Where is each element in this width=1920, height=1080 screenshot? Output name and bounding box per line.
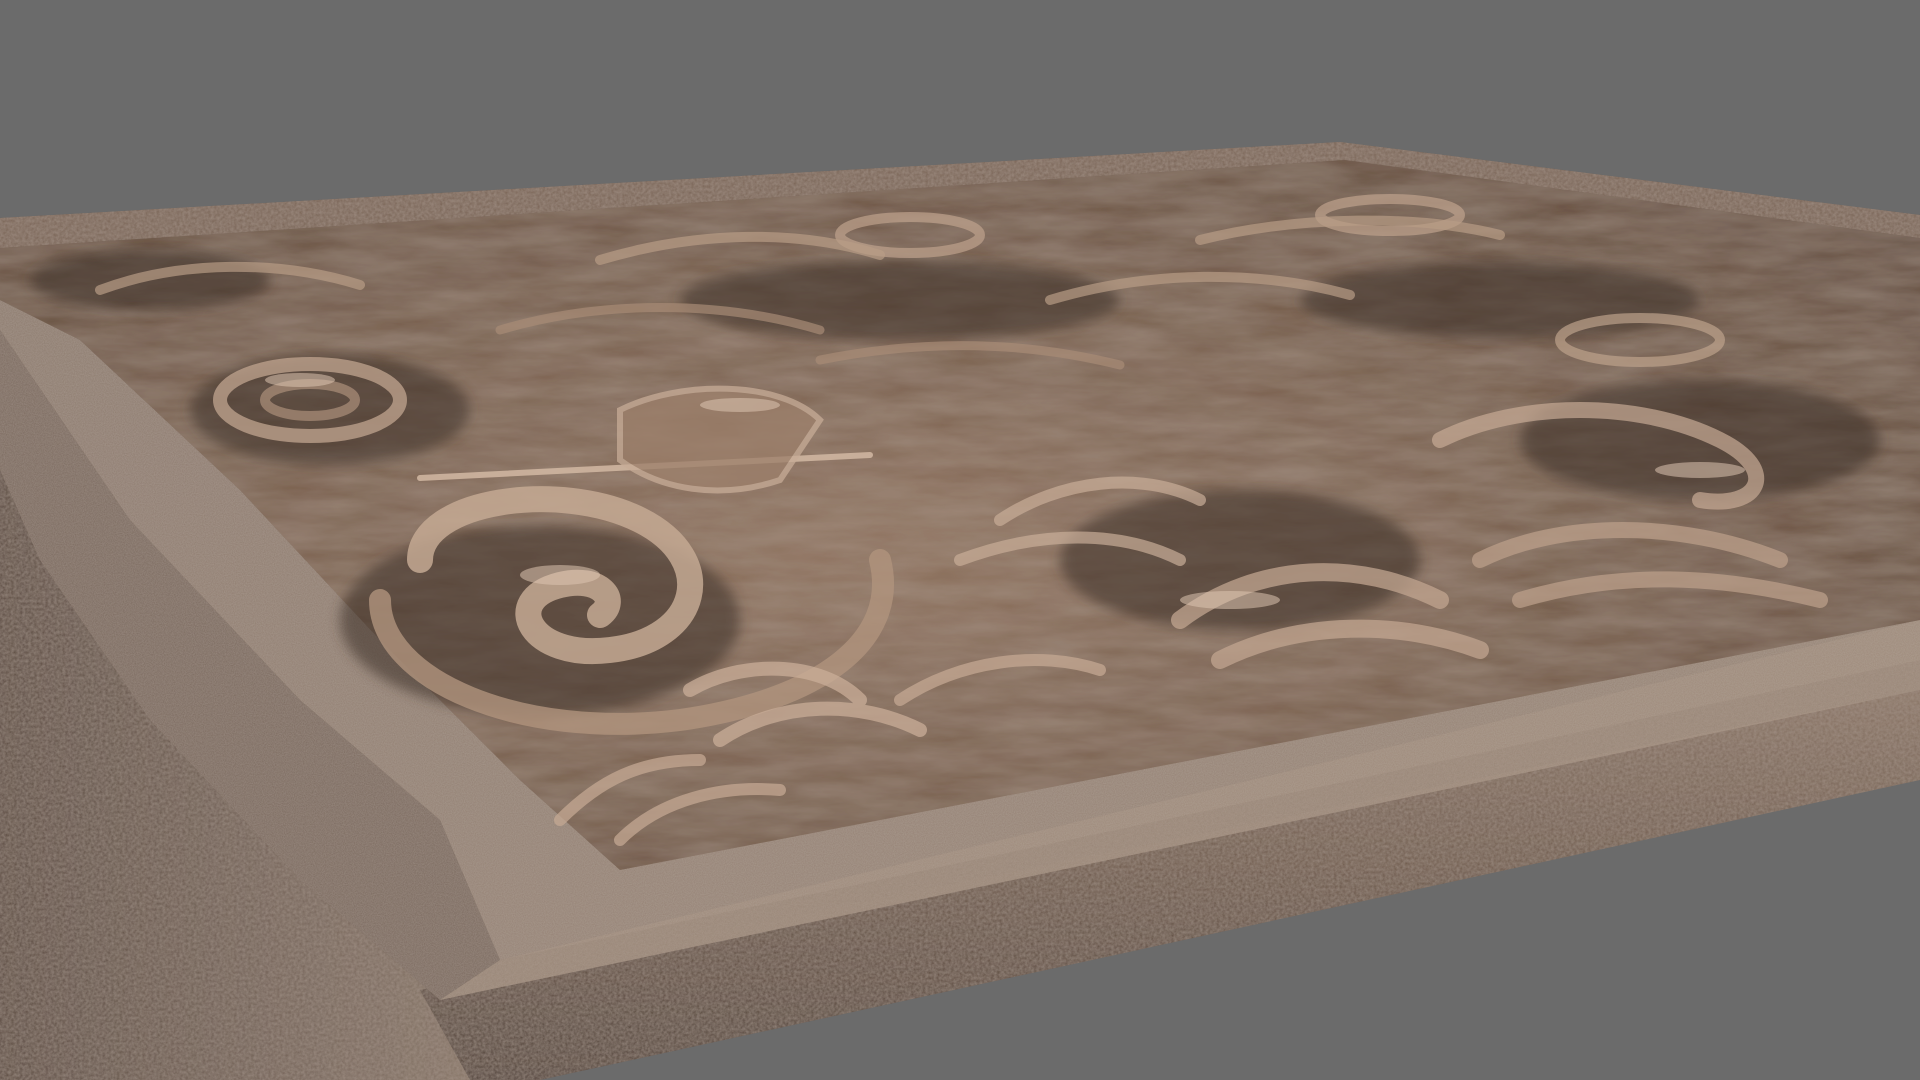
render-viewport bbox=[0, 0, 1920, 1080]
